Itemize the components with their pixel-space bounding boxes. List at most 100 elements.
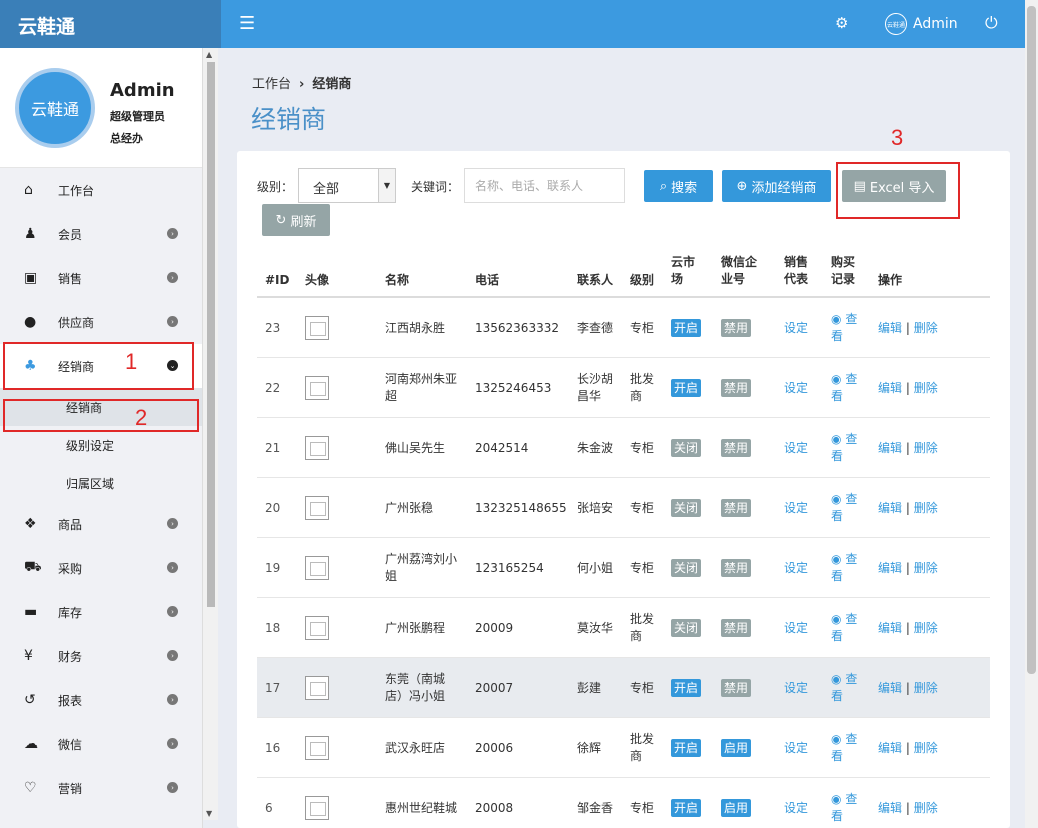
- cloud-market-status-badge[interactable]: 开启: [671, 379, 702, 397]
- cloud-market-status-badge[interactable]: 开启: [671, 799, 702, 817]
- eye-icon: ◉: [831, 792, 842, 806]
- wechat-status-badge[interactable]: 启用: [721, 739, 752, 757]
- edit-link[interactable]: 编辑: [878, 621, 902, 635]
- user-menu[interactable]: 云鞋通 Admin: [885, 13, 958, 35]
- set-sales-rep-link[interactable]: 设定: [784, 440, 808, 457]
- view-purchase-link[interactable]: ◉ 查看: [831, 731, 857, 765]
- delete-link[interactable]: 删除: [914, 441, 938, 455]
- cell-contact: 何小姐: [577, 560, 613, 577]
- cloud-market-status-badge[interactable]: 开启: [671, 739, 702, 757]
- edit-link[interactable]: 编辑: [878, 741, 902, 755]
- edit-link[interactable]: 编辑: [878, 681, 902, 695]
- edit-link[interactable]: 编辑: [878, 501, 902, 515]
- page-scrollbar[interactable]: [1025, 0, 1038, 828]
- edit-link[interactable]: 编辑: [878, 441, 902, 455]
- edit-link[interactable]: 编辑: [878, 801, 902, 815]
- sidebar-item-inventory[interactable]: ▬ 库存 ›: [0, 590, 202, 634]
- wechat-status-badge[interactable]: 禁用: [721, 559, 752, 577]
- cloud-market-status-badge[interactable]: 开启: [671, 319, 702, 337]
- table-header: #ID 头像 名称 电话 联系人 级别 云市场 微信企 业号 销售 代表 购买 记录 …: [257, 248, 990, 298]
- chevron-right-icon: ›: [167, 272, 178, 283]
- wechat-status-badge[interactable]: 禁用: [721, 619, 752, 637]
- sidebar-subitem-regions[interactable]: 归属区域: [0, 464, 202, 502]
- set-sales-rep-link[interactable]: 设定: [784, 380, 808, 397]
- cell-text: 批发: [630, 732, 655, 746]
- breadcrumb-home[interactable]: 工作台: [252, 77, 291, 92]
- set-sales-rep-link[interactable]: 设定: [784, 680, 808, 697]
- wechat-status-badge[interactable]: 启用: [721, 799, 752, 817]
- sidebar-item-suppliers[interactable]: ● 供应商 ›: [0, 300, 202, 344]
- cloud-market-status-badge[interactable]: 关闭: [671, 439, 702, 457]
- cell-level: 批发商: [630, 611, 654, 645]
- sidebar-item-label: 商品: [58, 517, 83, 532]
- delete-link[interactable]: 删除: [914, 801, 938, 815]
- refresh-icon: ↻: [275, 212, 287, 228]
- search-button[interactable]: ⌕ 搜索: [644, 170, 713, 202]
- cell-text: 姐: [385, 569, 398, 583]
- scroll-down-icon[interactable]: ▼: [206, 809, 212, 818]
- keyword-input[interactable]: [464, 168, 625, 203]
- sidebar-scroll-thumb[interactable]: [207, 62, 215, 607]
- sidebar-item-finance[interactable]: ¥ 财务 ›: [0, 634, 202, 678]
- scroll-up-icon[interactable]: ▲: [206, 50, 212, 59]
- sidebar-item-marketing[interactable]: ♡ 营销 ›: [0, 766, 202, 810]
- delete-link[interactable]: 删除: [914, 561, 938, 575]
- delete-link[interactable]: 删除: [914, 681, 938, 695]
- refresh-button[interactable]: ↻ 刷新: [262, 204, 330, 236]
- set-sales-rep-link[interactable]: 设定: [784, 320, 808, 337]
- delete-link[interactable]: 删除: [914, 381, 938, 395]
- edit-link[interactable]: 编辑: [878, 321, 902, 335]
- wechat-status-badge[interactable]: 禁用: [721, 499, 752, 517]
- view-purchase-link[interactable]: ◉ 查看: [831, 791, 857, 825]
- header-line: 销售: [784, 255, 809, 269]
- sidebar-item-products[interactable]: ❖ 商品 ›: [0, 502, 202, 546]
- annotation-box-3: [836, 162, 960, 219]
- page-scroll-thumb[interactable]: [1027, 6, 1036, 674]
- sidebar-item-reports[interactable]: ↺ 报表 ›: [0, 678, 202, 722]
- set-sales-rep-link[interactable]: 设定: [784, 500, 808, 517]
- sidebar-item-label: 微信: [58, 737, 83, 752]
- header-line: 购买: [831, 255, 856, 269]
- cell-text: 李查德: [577, 321, 614, 335]
- delete-link[interactable]: 删除: [914, 321, 938, 335]
- sidebar-scrollbar[interactable]: ▲ ▼: [203, 48, 218, 820]
- cloud-market-status-badge[interactable]: 开启: [671, 679, 702, 697]
- cloud-market-status-badge[interactable]: 关闭: [671, 559, 702, 577]
- view-purchase-link[interactable]: ◉ 查看: [831, 311, 857, 345]
- delete-link[interactable]: 删除: [914, 501, 938, 515]
- view-purchase-link[interactable]: ◉ 查看: [831, 611, 857, 645]
- delete-link[interactable]: 删除: [914, 741, 938, 755]
- view-purchase-link[interactable]: ◉ 查看: [831, 671, 857, 705]
- link-text: 看: [831, 509, 844, 523]
- cloud-market-status-badge[interactable]: 关闭: [671, 619, 702, 637]
- set-sales-rep-link[interactable]: 设定: [784, 740, 808, 757]
- sidebar-item-members[interactable]: ♟ 会员 ›: [0, 212, 202, 256]
- chevron-right-icon: ›: [167, 606, 178, 617]
- level-select[interactable]: 全部 ▼: [298, 168, 396, 203]
- wechat-status-badge[interactable]: 禁用: [721, 319, 752, 337]
- edit-link[interactable]: 编辑: [878, 561, 902, 575]
- set-sales-rep-link[interactable]: 设定: [784, 800, 808, 817]
- view-purchase-link[interactable]: ◉ 查看: [831, 431, 857, 465]
- set-sales-rep-link[interactable]: 设定: [784, 560, 808, 577]
- sidebar-item-purchasing[interactable]: ⛟ 采购 ›: [0, 546, 202, 590]
- sidebar-item-dashboard[interactable]: ⌂ 工作台: [0, 168, 202, 212]
- view-purchase-link[interactable]: ◉ 查看: [831, 371, 857, 405]
- delete-link[interactable]: 删除: [914, 621, 938, 635]
- sidebar-item-sales[interactable]: ▣ 销售 ›: [0, 256, 202, 300]
- row-actions: 编辑 | 删除: [878, 680, 938, 697]
- set-sales-rep-link[interactable]: 设定: [784, 620, 808, 637]
- menu-toggle-icon[interactable]: ☰: [239, 13, 255, 34]
- cloud-market-status-badge[interactable]: 关闭: [671, 499, 702, 517]
- view-purchase-link[interactable]: ◉ 查看: [831, 491, 857, 525]
- cell-text: 佛山吴先生: [385, 441, 446, 455]
- wechat-status-badge[interactable]: 禁用: [721, 679, 752, 697]
- wechat-status-badge[interactable]: 禁用: [721, 379, 752, 397]
- wechat-status-badge[interactable]: 禁用: [721, 439, 752, 457]
- view-purchase-link[interactable]: ◉ 查看: [831, 551, 857, 585]
- sidebar-item-wechat[interactable]: ☁ 微信 ›: [0, 722, 202, 766]
- add-dealer-button[interactable]: ⊕ 添加经销商: [722, 170, 831, 202]
- power-icon[interactable]: ⏻: [985, 13, 998, 33]
- gear-icon[interactable]: ⚙: [835, 14, 848, 32]
- edit-link[interactable]: 编辑: [878, 381, 902, 395]
